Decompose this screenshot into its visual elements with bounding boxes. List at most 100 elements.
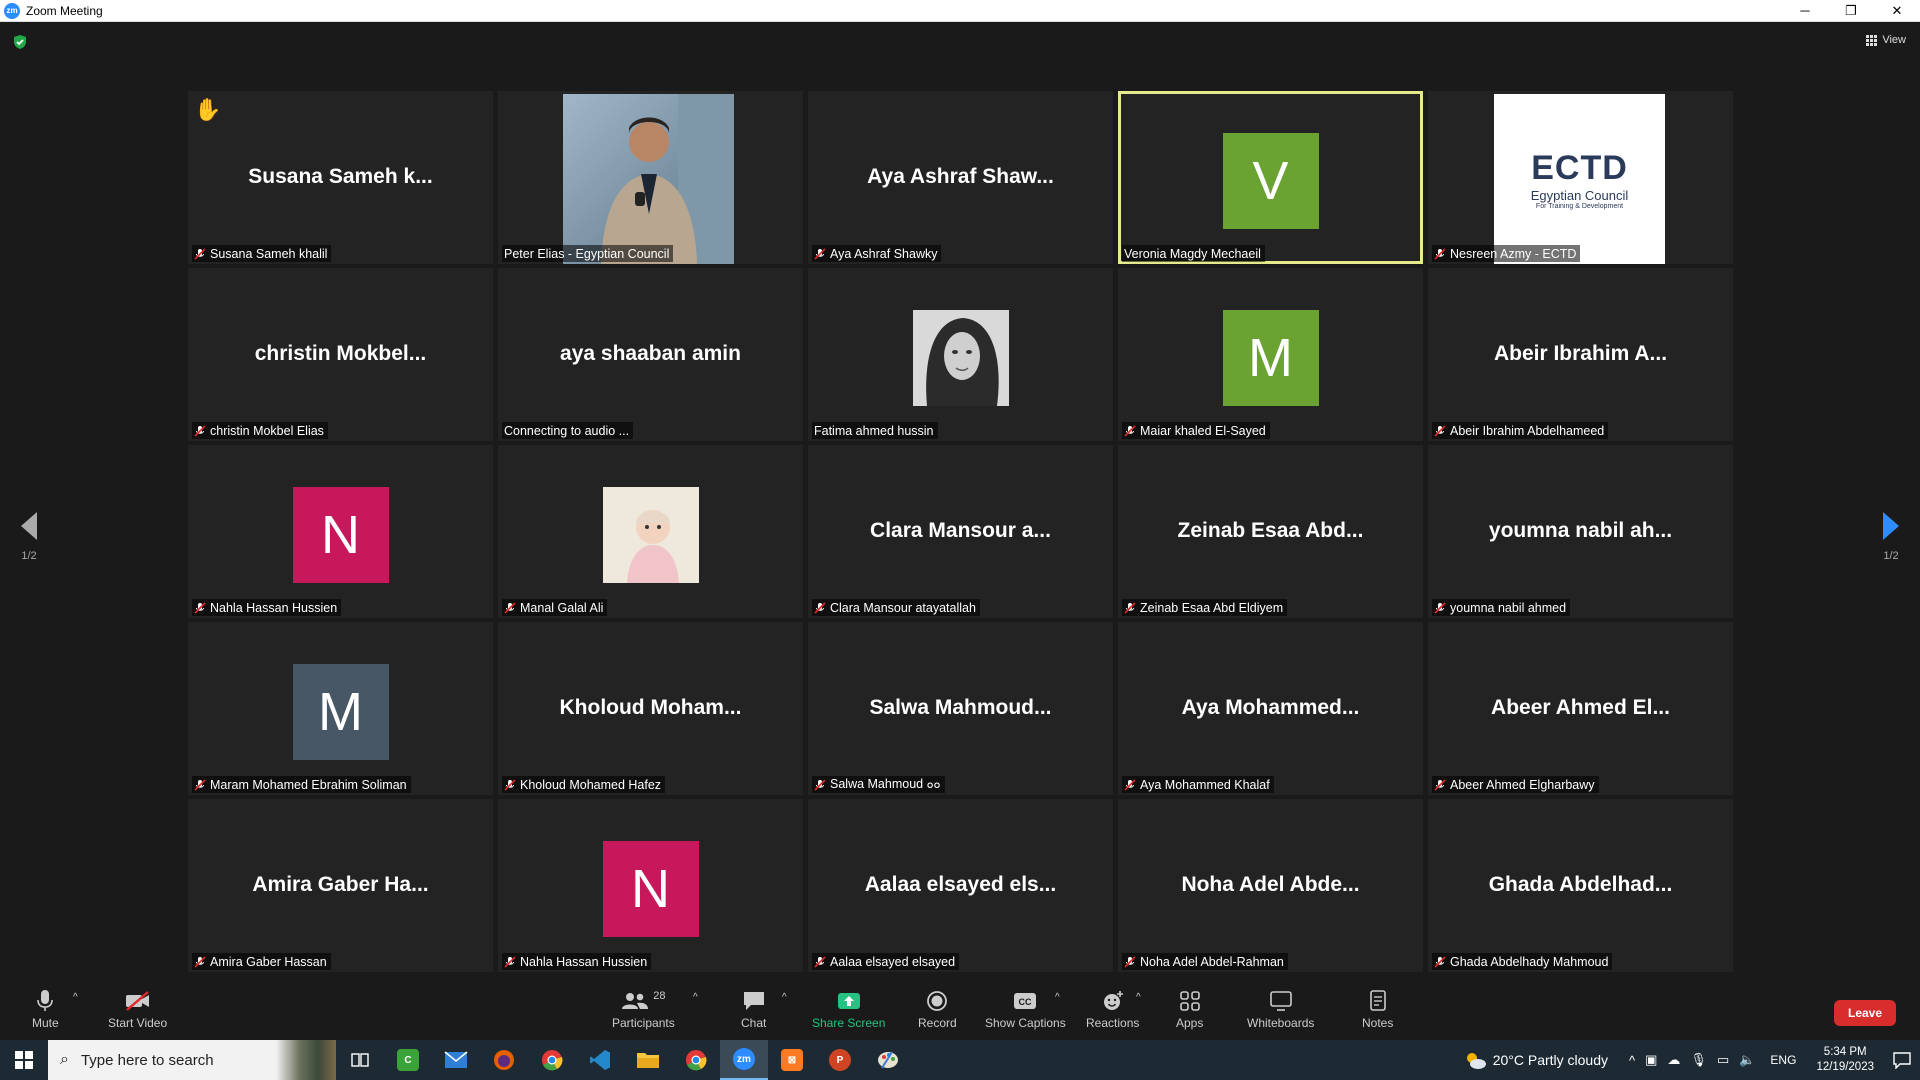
taskbar-app-chrome[interactable] xyxy=(528,1040,576,1080)
record-icon xyxy=(927,991,948,1011)
participant-tile[interactable]: aya shaaban amin Connecting to audio ... xyxy=(498,268,803,441)
start-video-label: Start Video xyxy=(108,1016,168,1030)
participant-display-name: Amira Gaber Ha... xyxy=(252,873,429,896)
participant-tile[interactable]: Kholoud Moham... Kholoud Mohamed Hafez xyxy=(498,622,803,795)
participant-tile[interactable]: Noha Adel Abde... Noha Adel Abdel-Rahman xyxy=(1118,799,1423,972)
participant-tile[interactable]: Aya Mohammed... Aya Mohammed Khalaf xyxy=(1118,622,1423,795)
start-video-button[interactable]: Start Video xyxy=(108,988,167,1030)
taskbar-app-xampp[interactable]: ⊠ xyxy=(768,1040,816,1080)
taskbar-app-powerpoint[interactable]: P xyxy=(816,1040,864,1080)
participant-name: Zeinab Esaa Abd Eldiyem xyxy=(1140,600,1284,615)
participant-name-label: Zeinab Esaa Abd Eldiyem xyxy=(1122,599,1288,616)
participant-tile[interactable]: N Nahla Hassan Hussien xyxy=(498,799,803,972)
participant-name-label: Clara Mansour atayatallah xyxy=(812,599,980,616)
volume-icon[interactable]: 🔈 xyxy=(1739,1052,1755,1068)
microphone-tray-icon[interactable]: 🎙 xyxy=(1690,1052,1707,1068)
chat-button[interactable]: Chat xyxy=(741,988,766,1030)
powerpoint-icon: P xyxy=(829,1049,851,1071)
next-page-button[interactable]: 1/2 xyxy=(1876,512,1906,562)
search-icon: ⌕ xyxy=(60,1051,69,1068)
participant-tile[interactable]: Zeinab Esaa Abd... Zeinab Esaa Abd Eldiye… xyxy=(1118,445,1423,618)
close-button[interactable]: ✕ xyxy=(1874,0,1920,21)
taskbar-search-box[interactable]: ⌕ Type here to search xyxy=(48,1040,336,1080)
mute-button[interactable]: Mute xyxy=(32,988,59,1030)
participant-name: Nahla Hassan Hussien xyxy=(520,954,648,969)
muted-microphone-icon xyxy=(1434,955,1446,968)
participant-name-label: Abeir Ibrahim Abdelhameed xyxy=(1432,422,1609,439)
participant-tile[interactable]: M Maram Mohamed Ebrahim Soliman xyxy=(188,622,493,795)
participant-tile[interactable]: Abeer Ahmed El... Abeer Ahmed Elgharbawy xyxy=(1428,622,1733,795)
participant-name-label: Nahla Hassan Hussien xyxy=(502,953,652,970)
participant-name-label: Aya Ashraf Shawky xyxy=(812,245,942,262)
reactions-button[interactable]: Reactions xyxy=(1086,988,1139,1030)
language-indicator[interactable]: ENG xyxy=(1770,1053,1796,1067)
participant-tile[interactable]: N Nahla Hassan Hussien xyxy=(188,445,493,618)
participant-tile[interactable]: V Veronia Magdy Mechaeil xyxy=(1118,91,1423,264)
participant-name-label: Kholoud Mohamed Hafez xyxy=(502,776,666,793)
network-icon[interactable]: ▭ xyxy=(1717,1052,1729,1068)
participant-tile[interactable]: Amira Gaber Ha... Amira Gaber Hassan xyxy=(188,799,493,972)
participant-tile[interactable]: Abeir Ibrahim A... Abeir Ibrahim Abdelham… xyxy=(1428,268,1733,441)
participant-tile[interactable]: youmna nabil ah... youmna nabil ahmed xyxy=(1428,445,1733,618)
participant-tile[interactable]: Ghada Abdelhad... Ghada Abdelhady Mahmoud xyxy=(1428,799,1733,972)
participant-name-label: Veronia Magdy Mechaeil xyxy=(1122,245,1265,262)
chat-caret-icon[interactable]: ^ xyxy=(782,992,787,1003)
participant-tile[interactable]: Aya Ashraf Shaw... Aya Ashraf Shawky xyxy=(808,91,1113,264)
muted-microphone-icon xyxy=(1434,424,1446,437)
task-view-button[interactable] xyxy=(336,1040,384,1080)
taskbar-app-paint[interactable] xyxy=(864,1040,912,1080)
record-button[interactable]: Record xyxy=(918,988,957,1030)
participant-name: Kholoud Mohamed Hafez xyxy=(520,777,662,792)
taskbar-app-file-explorer[interactable] xyxy=(624,1040,672,1080)
participant-tile[interactable]: Manal Galal Ali xyxy=(498,445,803,618)
meeting-area: View 1/2 1/2 ✋ Susana Sameh k... Susana Sa… xyxy=(0,22,1920,980)
participant-tile[interactable]: Salwa Mahmoud... Salwa Mahmoud ܘܘ xyxy=(808,622,1113,795)
participants-caret-icon[interactable]: ^ xyxy=(693,992,698,1003)
clock[interactable]: 5:34 PM 12/19/2023 xyxy=(1816,1045,1874,1075)
participant-tile[interactable]: Aalaa elsayed els... Aalaa elsayed elsaye… xyxy=(808,799,1113,972)
start-button[interactable] xyxy=(0,1040,48,1080)
leave-button[interactable]: Leave xyxy=(1834,1000,1896,1026)
participant-tile[interactable]: Peter Elias - Egyptian Council xyxy=(498,91,803,264)
participant-display-name: Zeinab Esaa Abd... xyxy=(1177,519,1364,542)
device-icon[interactable]: ▣ xyxy=(1645,1052,1657,1068)
show-captions-button[interactable]: CC Show Captions xyxy=(985,988,1066,1030)
participants-button[interactable]: 28 Participants xyxy=(612,988,675,1030)
encryption-shield-icon[interactable] xyxy=(12,34,28,50)
task-view-icon xyxy=(351,1053,369,1067)
notes-button[interactable]: Notes xyxy=(1362,988,1393,1030)
minimize-button[interactable]: ─ xyxy=(1782,0,1828,21)
taskbar-app-camtasia[interactable]: C xyxy=(384,1040,432,1080)
participant-tile[interactable]: Fatima ahmed hussin xyxy=(808,268,1113,441)
whiteboards-button[interactable]: Whiteboards xyxy=(1247,988,1314,1030)
share-screen-button[interactable]: Share Screen xyxy=(812,988,885,1030)
svg-text:CC: CC xyxy=(1019,997,1032,1007)
taskbar-app-chrome-2[interactable] xyxy=(672,1040,720,1080)
view-button[interactable]: View xyxy=(1866,34,1906,46)
restore-button[interactable]: ❐ xyxy=(1828,0,1874,21)
chevron-up-icon[interactable]: ^ xyxy=(1629,1053,1635,1068)
participant-display-name: Clara Mansour a... xyxy=(870,519,1051,542)
taskbar-app-firefox[interactable] xyxy=(480,1040,528,1080)
taskbar-app-mail[interactable] xyxy=(432,1040,480,1080)
onedrive-cloud-icon[interactable]: ☁ xyxy=(1667,1052,1680,1068)
participant-tile[interactable]: M Maiar khaled El-Sayed xyxy=(1118,268,1423,441)
chat-icon xyxy=(743,992,764,1010)
participant-tile[interactable]: ECTD Egyptian Council For Training & Devel… xyxy=(1428,91,1733,264)
notifications-button[interactable] xyxy=(1884,1040,1920,1080)
participant-grid: ✋ Susana Sameh k... Susana Sameh khalil Pet… xyxy=(188,91,1733,972)
taskbar-app-vscode[interactable] xyxy=(576,1040,624,1080)
apps-button[interactable]: Apps xyxy=(1176,988,1203,1030)
participant-tile[interactable]: ✋ Susana Sameh k... Susana Sameh khalil xyxy=(188,91,493,264)
previous-page-button[interactable]: 1/2 xyxy=(14,512,44,562)
participant-name: Maram Mohamed Ebrahim Soliman xyxy=(210,777,407,792)
reactions-caret-icon[interactable]: ^ xyxy=(1136,992,1141,1003)
taskbar-app-zoom[interactable]: zm xyxy=(720,1040,768,1080)
muted-microphone-icon xyxy=(1124,955,1136,968)
captions-caret-icon[interactable]: ^ xyxy=(1055,992,1060,1003)
participant-tile[interactable]: Clara Mansour a... Clara Mansour atayatal… xyxy=(808,445,1113,618)
muted-microphone-icon xyxy=(194,955,206,968)
audio-options-caret-icon[interactable]: ^ xyxy=(73,992,78,1003)
participant-tile[interactable]: christin Mokbel... christin Mokbel Elias xyxy=(188,268,493,441)
weather-widget[interactable]: 20°C Partly cloudy xyxy=(1463,1050,1608,1070)
